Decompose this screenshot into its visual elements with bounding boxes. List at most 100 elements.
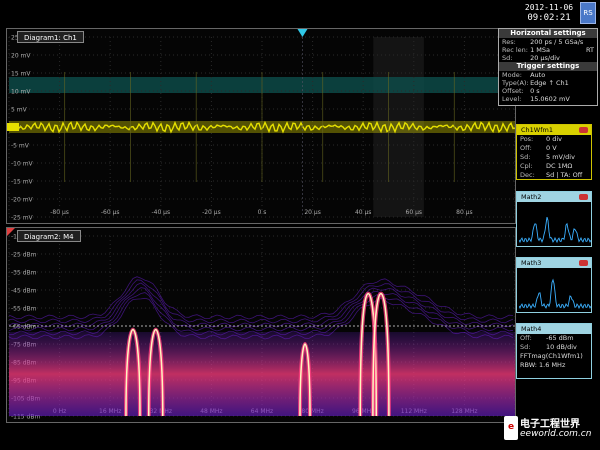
row-value: 0 V (546, 144, 557, 152)
envelope-curve (8, 276, 514, 320)
ch1-signal-header[interactable]: Ch1Wfm1 (517, 125, 591, 135)
math4-row: Sd: 10 dB/div (517, 343, 591, 352)
trigger-row-level: Level: 15.0602 mV (499, 95, 597, 103)
x-tick-label: 20 µs (304, 209, 321, 216)
row-value: -65 dBm (546, 334, 574, 342)
row-key: Mode: (502, 71, 522, 79)
trigger-row-type: Type(A): Edge ↑ Ch1 (499, 79, 597, 87)
y-tick-label: 5 mV (11, 107, 28, 114)
x-tick-label: -60 µs (101, 209, 120, 216)
horizontal-row-scale: Sd: 20 µs/div (499, 54, 597, 62)
diagram2-spectrum[interactable]: -15 dBm-25 dBm-35 dBm-45 dBm-55 dBm-65 d… (6, 227, 516, 423)
math4-row: Off: -65 dBm (517, 334, 591, 343)
ch1-signal-body: Pos: 0 div Off: 0 V Sd: 5 mV/div Cpl: DC 1MΩ… (517, 135, 591, 180)
row-value: 200 ps / 5 GSa/s (530, 38, 584, 46)
ch1-row: Dec: Sd | TA: Off (517, 171, 591, 180)
y-tick-label: -25 mV (11, 215, 34, 222)
row-value: 0 s (530, 87, 540, 95)
x-tick-label: 80 µs (456, 209, 473, 216)
math4-signal-box[interactable]: Math4 Off: -65 dBm Sd: 10 dB/div FFTmag(Ch… (516, 323, 592, 379)
close-icon[interactable] (579, 194, 588, 200)
ch1-signal-box[interactable]: Ch1Wfm1 Pos: 0 div Off: 0 V Sd: 5 mV/div Cp… (516, 124, 592, 180)
math4-row: RBW: 1.6 MHz (517, 361, 591, 370)
eeworld-watermark: e 电子工程世界 eeworld.com.cn (504, 412, 598, 446)
x-tick-label: -20 µs (202, 209, 221, 216)
row-value: Auto (530, 71, 546, 79)
row-key: Dec: (520, 171, 535, 179)
math2-signal-title: Math2 (521, 193, 542, 201)
rohde-schwarz-logo: RS (580, 2, 596, 24)
row-value: 0 div (546, 135, 562, 143)
horizontal-row-resolution: Res: 200 ps / 5 GSa/s (499, 38, 597, 46)
y-tick-label: 20 mV (11, 53, 31, 60)
horizontal-row-record-length: Rec len: 1 MSa RT (499, 46, 597, 54)
rt-indicator: RT (585, 46, 594, 54)
math3-thumbnail[interactable] (519, 270, 591, 312)
time-text: 09:02:21 (527, 13, 571, 23)
settings-panel[interactable]: Horizontal settings Res: 200 ps / 5 GSa/… (498, 28, 598, 106)
row-value: 15.0602 mV (530, 95, 570, 103)
row-value: 1 MSa (530, 46, 550, 54)
row-key: Offset: (502, 87, 524, 95)
ch1-row: Pos: 0 div (517, 135, 591, 144)
row-key: Sd: (502, 54, 513, 62)
math3-signal-box[interactable]: Math3 (516, 257, 592, 313)
row-key: Pos: (520, 135, 534, 143)
top-bar: 2012-11-06 09:02:21 RS (0, 0, 600, 28)
row-key: Level: (502, 95, 522, 103)
x-tick-label: 60 µs (406, 209, 423, 216)
y-tick-label: -15 mV (11, 179, 34, 186)
math2-signal-header[interactable]: Math2 (517, 192, 591, 202)
diagram1-time-domain[interactable]: 25 mV20 mV15 mV10 mV5 mV0 V-5 mV-10 mV-1… (6, 28, 516, 224)
math4-signal-title: Math4 (521, 325, 542, 333)
datetime-display: 2012-11-06 09:02:21 (520, 3, 578, 24)
y-tick-label: 10 mV (11, 89, 31, 96)
row-value: FFTmag(Ch1Wfm1) (520, 352, 583, 360)
diagram2-plot[interactable]: -15 dBm-25 dBm-35 dBm-45 dBm-55 dBm-65 d… (7, 228, 516, 423)
row-key: Off: (520, 144, 532, 152)
noise-floor (9, 332, 515, 416)
row-value: RBW: 1.6 MHz (520, 361, 566, 369)
y-tick-label: 15 mV (11, 71, 31, 78)
math4-signal-body: Off: -65 dBm Sd: 10 dB/div FFTmag(Ch1Wfm1)… (517, 334, 591, 370)
math3-signal-header[interactable]: Math3 (517, 258, 591, 268)
eeworld-logo-letter: e (507, 422, 515, 432)
row-key: Rec len: (502, 46, 528, 54)
logo-text: RS (583, 9, 593, 17)
y-tick-label: -20 mV (11, 197, 34, 204)
x-tick-label: -40 µs (151, 209, 170, 216)
ch1-level-marker (7, 123, 19, 131)
ch1-signal-title: Ch1Wfm1 (521, 126, 553, 134)
row-key: Off: (520, 334, 532, 342)
y-tick-label: -55 dBm (11, 306, 37, 313)
trigger-row-offset: Offset: 0 s (499, 87, 597, 95)
watermark-url: eeworld.com.cn (520, 429, 592, 439)
math4-row: FFTmag(Ch1Wfm1) (517, 352, 591, 361)
x-tick-label: 0 s (258, 209, 267, 216)
envelope-curve (8, 279, 514, 324)
math2-signal-box[interactable]: Math2 (516, 191, 592, 247)
row-value: 20 µs/div (530, 54, 560, 62)
math2-thumbnail[interactable] (519, 204, 591, 246)
y-tick-label: -35 dBm (11, 270, 37, 277)
trigger-marker (297, 29, 308, 37)
eeworld-logo: e (504, 416, 518, 440)
date-text: 2012-11-06 (524, 3, 574, 12)
row-value: Sd | TA: Off (546, 171, 583, 179)
y-tick-label: -45 dBm (11, 288, 37, 295)
diagram2-label[interactable]: Diagram2: M4 (17, 230, 81, 242)
trigger-row-mode: Mode: Auto (499, 71, 597, 79)
row-value: 10 dB/div (546, 343, 577, 351)
horizontal-settings-title: Horizontal settings (499, 29, 597, 38)
close-icon[interactable] (579, 260, 588, 266)
diagram1-label[interactable]: Diagram1: Ch1 (17, 31, 84, 43)
diagram1-plot[interactable]: 25 mV20 mV15 mV10 mV5 mV0 V-5 mV-10 mV-1… (7, 29, 516, 224)
math4-signal-header[interactable]: Math4 (517, 324, 591, 334)
x-tick-label: 40 µs (355, 209, 372, 216)
y-tick-label: -10 mV (11, 161, 34, 168)
ch1-row: Sd: 5 mV/div (517, 153, 591, 162)
watermark-chinese: 电子工程世界 (520, 419, 580, 430)
row-key: Sd: (520, 153, 531, 161)
trigger-settings-title: Trigger settings (499, 62, 597, 71)
close-icon[interactable] (579, 127, 588, 133)
